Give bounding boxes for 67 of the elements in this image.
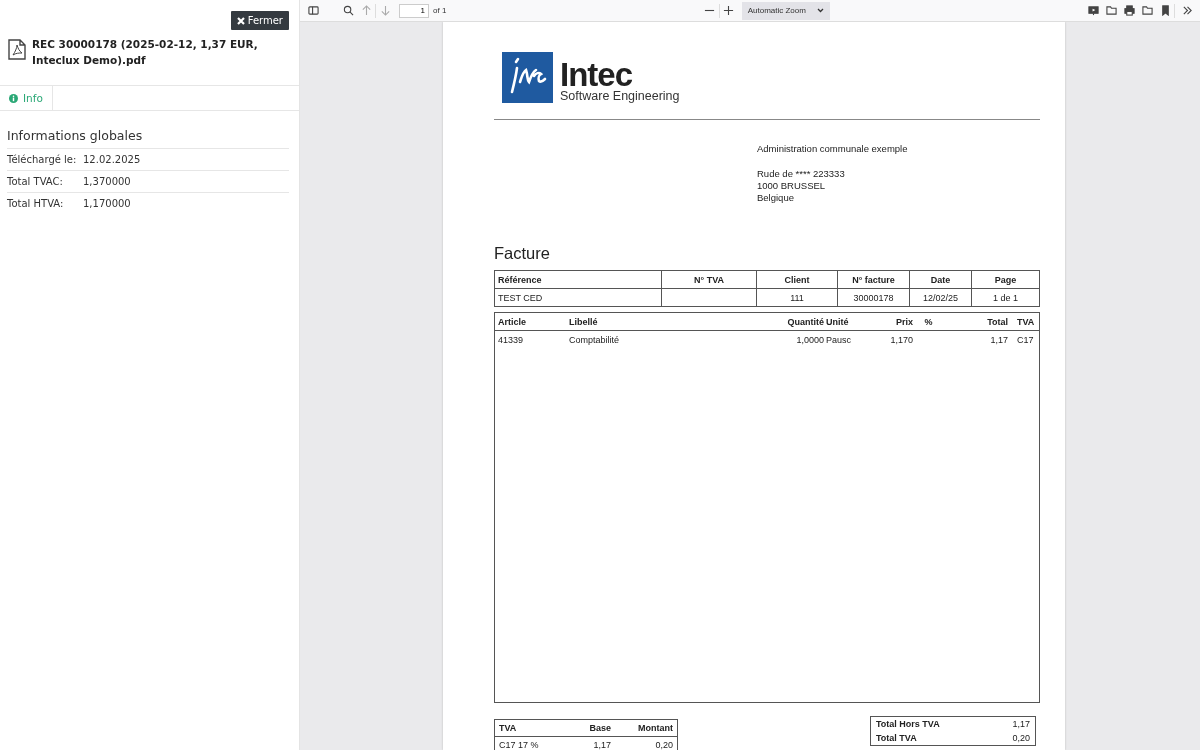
field-label: Total TVAC: (7, 176, 64, 187)
info-icon (9, 93, 18, 103)
column-header: Base (588, 723, 611, 733)
folder-icon[interactable] (1105, 5, 1117, 16)
print-icon[interactable] (1123, 5, 1135, 16)
column-header: % (923, 316, 934, 327)
column-header: Quantité (786, 316, 824, 327)
table-cell-text: 0,20 (654, 740, 673, 750)
pdf-file-icon (8, 39, 26, 60)
table-cell-text: 1,170 (889, 334, 913, 345)
total-label: Total Hors TVA (876, 719, 940, 729)
zoom-in-icon[interactable] (723, 5, 735, 16)
file-name: REC 30000178 (2025-02-12, 1,37 EUR, Inteclux Demo).pdf (32, 37, 259, 68)
sidebar-toggle-icon[interactable] (307, 5, 319, 16)
close-button[interactable]: Fermer (230, 11, 289, 30)
recipient-name: Administration communale exemple (757, 143, 909, 154)
table-cell: 12/02/25 (910, 289, 972, 306)
document-title: Facture (494, 244, 551, 263)
logo-name: Intec (560, 60, 633, 90)
column-header: Référence (495, 271, 662, 289)
column-header: Montant (637, 723, 673, 733)
table-cell: 111 (757, 289, 838, 306)
table-cell-text: 41339 (498, 334, 525, 345)
table-cell: 30000178 (838, 289, 910, 306)
table-cell-text: 1,0000 (795, 334, 824, 345)
column-header: Date (910, 271, 972, 289)
column-header: Client (757, 271, 838, 289)
column-header: N° facture (838, 271, 910, 289)
table-cell-text: C17 (1016, 334, 1035, 345)
table-cell-text: Comptabilité (569, 334, 621, 345)
table-cell-text: 1,17 (592, 740, 611, 750)
field-value: 12.02.2025 (83, 154, 141, 165)
column-header: Article (498, 316, 527, 327)
field-value: 1,370000 (83, 176, 131, 187)
column-header: Total (986, 316, 1008, 327)
field-label: Total HTVA: (7, 198, 65, 209)
recipient-address: Rude de **** 223333 1000 BRUSSEL Belgique (757, 168, 846, 204)
chevron-down-icon (816, 8, 824, 13)
page-number-field[interactable]: 1 (399, 3, 429, 18)
presentation-icon[interactable] (1087, 5, 1099, 16)
folder-icon[interactable] (1141, 5, 1153, 16)
table-cell-text: Pausc (825, 334, 852, 345)
page-count: of 1 (433, 6, 447, 15)
logo-icon (502, 52, 553, 103)
field-label: Téléchargé le: (7, 154, 78, 165)
table-cell: TEST CED (495, 289, 662, 306)
table-cell-text: 1,17 (989, 334, 1008, 345)
double-chevron-right-icon[interactable] (1181, 5, 1193, 16)
column-header: Unité (825, 316, 850, 327)
section-title: Informations globales (7, 128, 144, 143)
bookmark-icon[interactable] (1159, 5, 1171, 16)
field-value: 1,170000 (83, 198, 131, 209)
total-value: 1,17 (1012, 719, 1030, 729)
logo-tagline: Software Engineering (560, 89, 680, 103)
column-header: TVA (499, 723, 518, 733)
search-icon[interactable] (342, 5, 354, 16)
column-header: Prix (895, 316, 913, 327)
total-label: Total TVA (876, 733, 917, 743)
column-header: TVA (1016, 316, 1036, 327)
table-cell-text: 1 de 1 (992, 291, 1019, 305)
zoom-select[interactable]: Automatic Zoom (741, 1, 830, 20)
close-icon (236, 16, 245, 25)
column-header: Page (972, 271, 1039, 289)
column-header: Libellé (569, 316, 599, 327)
total-value: 0,20 (1012, 733, 1030, 743)
table-cell-text: C17 17 % (499, 740, 540, 750)
column-header: N° TVA (662, 271, 757, 289)
